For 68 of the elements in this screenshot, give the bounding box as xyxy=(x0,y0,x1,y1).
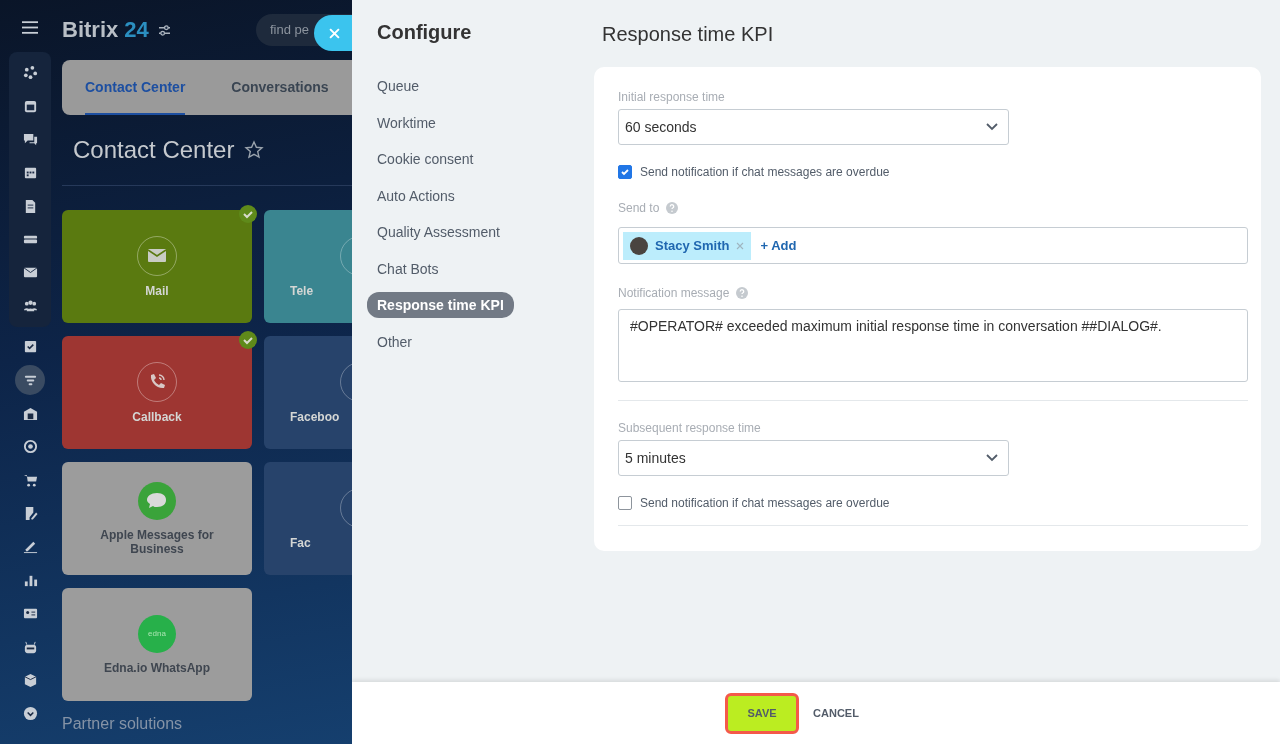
menu-item[interactable]: Worktime xyxy=(367,109,446,136)
tile-label: Fac xyxy=(290,535,311,550)
select-field[interactable]: 5 minutes xyxy=(618,440,1009,476)
field-label: Initial response time xyxy=(618,90,725,104)
close-button[interactable] xyxy=(314,15,352,51)
menu-icon[interactable] xyxy=(22,21,38,34)
channel-tile[interactable]: Apple Messages for Business xyxy=(62,462,252,575)
target-icon[interactable] xyxy=(22,439,38,455)
select-field[interactable]: 60 seconds xyxy=(618,109,1009,145)
building-icon[interactable] xyxy=(22,405,38,421)
signature-icon[interactable] xyxy=(22,539,38,555)
checkbox[interactable] xyxy=(618,496,632,510)
panel-title: Configure xyxy=(376,21,472,44)
tile-label: Apple Messages for Business xyxy=(99,527,215,556)
channel-tile[interactable]: Mail xyxy=(62,210,252,323)
channel-tile[interactable]: Callback xyxy=(62,336,252,449)
avatar xyxy=(630,236,648,255)
tile-label: Mail xyxy=(145,283,169,298)
calendar-icon[interactable] xyxy=(22,165,38,181)
field-label: Send to xyxy=(618,201,660,215)
section-title: Response time KPI xyxy=(601,23,775,47)
chevron-down-icon xyxy=(986,123,998,131)
channel-tile[interactable]: Faceboo xyxy=(264,336,352,449)
envelope-icon xyxy=(148,249,166,262)
people-icon[interactable] xyxy=(22,298,38,314)
recipients-field[interactable]: Stacy Smith + Add xyxy=(618,227,1248,264)
window-icon[interactable] xyxy=(22,98,38,114)
cart-icon[interactable] xyxy=(22,472,38,488)
channel-tile[interactable]: Fac xyxy=(264,462,352,575)
cancel-button[interactable]: CANCEL xyxy=(805,707,867,719)
chevron-down-icon xyxy=(986,454,998,462)
add-link[interactable]: + Add xyxy=(760,238,797,253)
logo[interactable]: Bitrix 24 xyxy=(62,17,149,43)
checkbox[interactable] xyxy=(618,165,632,179)
speech-bubble-icon xyxy=(138,481,176,520)
cube-icon[interactable] xyxy=(22,672,38,688)
save-button[interactable]: SAVE xyxy=(725,692,800,734)
edna-logo: edna xyxy=(138,614,176,653)
field-label: Notification message xyxy=(618,286,730,300)
menu-item[interactable]: Chat Bots xyxy=(367,255,449,282)
chat-icon[interactable] xyxy=(22,131,38,147)
star-icon[interactable] xyxy=(244,140,265,160)
checkbox-label: Send notification if chat messages are overdue xyxy=(640,165,890,179)
sliders-icon[interactable] xyxy=(157,24,171,36)
tile-label: Tele xyxy=(290,283,314,298)
tile-label: Faceboo xyxy=(290,409,340,424)
menu-item[interactable]: Response time KPI xyxy=(367,292,514,318)
checkbox-icon[interactable] xyxy=(22,339,38,355)
tab[interactable]: Conversations xyxy=(231,60,329,115)
tile-label: Edna.io WhatsApp xyxy=(103,660,211,675)
section-heading: Partner solutions xyxy=(62,715,184,733)
menu-item[interactable]: Quality Assessment xyxy=(367,219,510,245)
tile-label: Callback xyxy=(132,409,182,424)
page-title: Contact Center xyxy=(73,136,235,164)
channel-tile[interactable]: edna Edna.io WhatsApp xyxy=(62,588,252,701)
checkmark-icon xyxy=(620,167,630,177)
field-label: Subsequent response time xyxy=(618,421,761,435)
robot-icon[interactable] xyxy=(22,639,38,655)
checkbox-label: Send notification if chat messages are overdue xyxy=(640,496,890,510)
menu-item[interactable]: Cookie consent xyxy=(367,146,484,172)
menu-item[interactable]: Queue xyxy=(367,73,430,99)
close-icon xyxy=(328,27,340,39)
chevron-down-icon[interactable] xyxy=(22,706,38,722)
nodes-icon[interactable] xyxy=(22,65,38,81)
menu-item[interactable]: Auto Actions xyxy=(367,182,465,209)
menu-item[interactable]: Other xyxy=(367,328,422,355)
message-field[interactable]: #OPERATOR# exceeded maximum initial response time in conversation ##DIALOG#. xyxy=(618,309,1248,382)
recipient-chip[interactable]: Stacy Smith xyxy=(623,231,752,260)
